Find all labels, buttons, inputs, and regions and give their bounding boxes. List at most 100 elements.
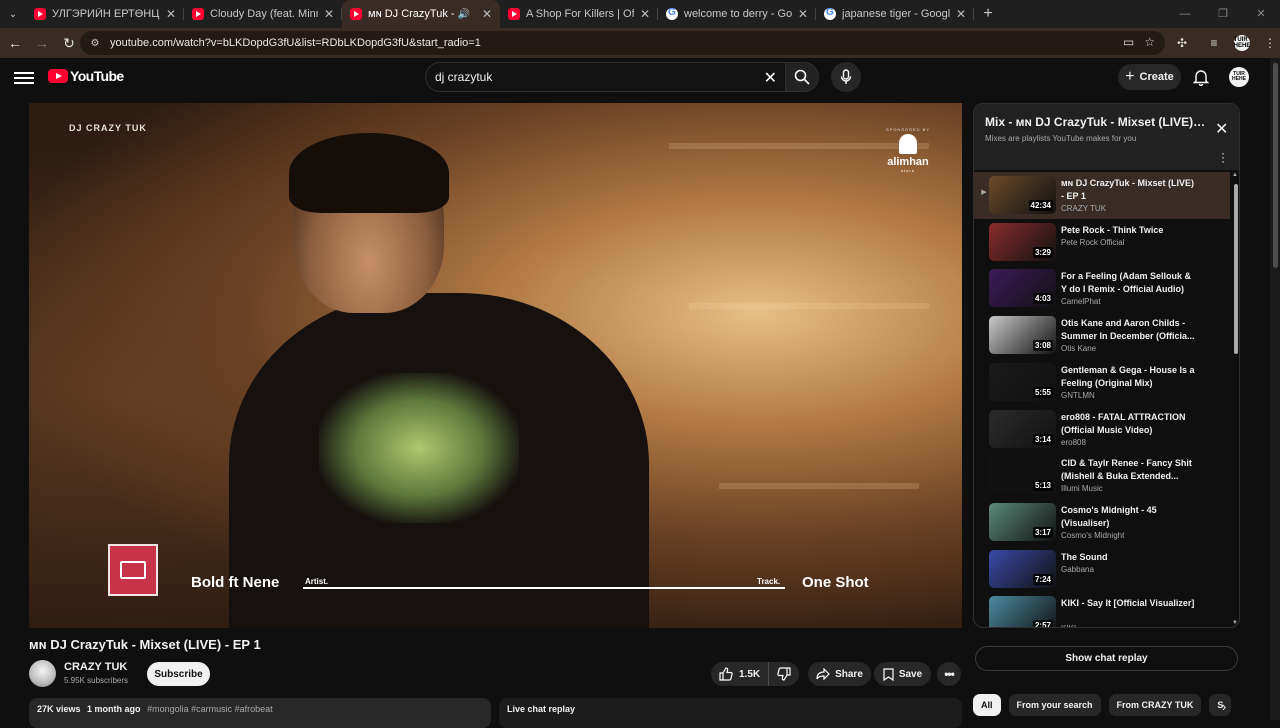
mix-list-item[interactable]: 3:14 ero808 - FATAL ATTRACTION (Official … [974,406,1230,453]
mix-item-title[interactable]: Otis Kane and Aaron Childs - Summer In D… [1061,317,1199,343]
page-scrollbar[interactable] [1270,58,1280,720]
more-actions-button[interactable]: ••• [937,662,961,686]
video-thumbnail[interactable]: 3:29 [989,222,1056,261]
mix-item-title[interactable]: Cosmo's Midnight - 45 (Visualiser) [1061,504,1199,530]
mix-title[interactable]: Mix - ᴍɴ DJ CrazyTuk - Mixset (LIVE) - E… [985,115,1207,129]
voice-search-button[interactable] [831,62,861,92]
clear-search-icon[interactable]: ✕ [764,68,777,88]
video-thumbnail[interactable]: 3:17 [989,502,1056,541]
filter-chip[interactable]: All [973,694,1001,716]
reload-button[interactable]: ↻ [57,31,81,55]
forward-button[interactable]: → [30,31,54,55]
mix-item-title[interactable]: KIKI - Say It [Official Visualizer] [1061,597,1199,610]
mix-list-item[interactable]: ▶ 42:34 ᴍɴ DJ CrazyTuk - Mixset (LIVE) - E… [974,172,1230,219]
browser-tab[interactable]: welcome to derry - Google Sea ✕ [658,0,816,28]
video-player[interactable]: DJ CRAZY TUK SPONSORED BY alimhan store … [29,103,962,628]
live-chat-replay-header[interactable]: Live chat replay [499,698,962,728]
mix-list-item[interactable]: 5:55 Gentleman & Gega - House Is a Feelin… [974,359,1230,406]
video-thumbnail[interactable]: 5:13 [989,456,1056,495]
browser-tab[interactable]: ᴍɴ DJ CrazyTuk - Mixset (LI🔊 ✕ [342,0,500,28]
bell-icon [1193,70,1209,86]
tab-title: Cloudy Day (feat. Minna Forou [210,8,318,20]
more-vertical-icon[interactable]: · · · [1220,147,1226,167]
mix-list-item[interactable]: 5:13 CID & Taylr Renee - Fancy Shit (Mish… [974,452,1230,499]
video-thumbnail[interactable]: 7:24 [989,549,1056,588]
video-duration: 4:03 [1032,293,1053,305]
close-tab-icon[interactable]: ✕ [956,7,966,21]
close-tab-icon[interactable]: ✕ [324,7,334,21]
new-tab-button[interactable]: + [974,5,1002,23]
scroll-down-icon[interactable]: ▼ [1232,620,1238,626]
channel-name[interactable]: CRAZY TUK [64,661,127,673]
address-bar[interactable]: ⚙ youtube.com/watch?v=bLKDopdG3fU&list=R… [80,31,1165,55]
like-button[interactable]: 1.5K [711,662,769,686]
extensions-icon[interactable]: ✣ [1170,31,1194,55]
mix-scroll-thumb[interactable] [1234,184,1238,354]
close-tab-icon[interactable]: ✕ [798,7,808,21]
scroll-up-icon[interactable]: ▲ [1232,172,1238,178]
mix-scrollbar[interactable]: ▲ ▼ [1232,170,1239,627]
mix-item-title[interactable]: CID & Taylr Renee - Fancy Shit (Mishell … [1061,457,1199,483]
mix-item-title[interactable]: Pete Rock - Think Twice [1061,224,1199,237]
hashtags[interactable]: #mongolia #carmusic #afrobeat [147,704,273,714]
save-button[interactable]: Save [874,662,931,686]
mix-list-item[interactable]: 3:17 Cosmo's Midnight - 45 (Visualiser) Co… [974,499,1230,546]
profile-avatar[interactable]: TUIR HEHE [1234,35,1250,51]
browser-tab[interactable]: Cloudy Day (feat. Minna Forou ✕ [184,0,342,28]
video-thumbnail[interactable]: 5:55 [989,362,1056,401]
channel-avatar[interactable] [29,660,56,687]
create-button[interactable]: + Create [1118,64,1181,90]
browser-tab[interactable]: A Shop For Killers | Official Trai ✕ [500,0,658,28]
mix-list-item[interactable]: 3:08 Otis Kane and Aaron Childs - Summer … [974,312,1230,359]
maximize-button[interactable]: ❐ [1204,0,1242,28]
close-tab-icon[interactable]: ✕ [482,7,492,21]
site-info-icon[interactable]: ⚙ [88,36,102,50]
show-chat-replay-button[interactable]: Show chat replay [975,646,1238,671]
search-button[interactable] [786,62,819,92]
bookmark-star-icon[interactable]: ☆ [1144,35,1155,49]
close-window-button[interactable]: ✕ [1242,0,1280,28]
close-tab-icon[interactable]: ✕ [640,7,650,21]
browser-tab[interactable]: japanese tiger - Google Search ✕ [816,0,974,28]
mix-item-title[interactable]: For a Feeling (Adam Sellouk & Y do I Rem… [1061,270,1199,296]
mix-list-item[interactable]: 2:57 KIKI - Say It [Official Visualizer] K… [974,592,1230,627]
video-thumbnail[interactable]: 4:03 [989,269,1056,308]
mix-list-item[interactable]: 4:03 For a Feeling (Adam Sellouk & Y do I… [974,265,1230,312]
search-input[interactable]: dj crazytuk ✕ [425,62,786,92]
media-controls-icon[interactable]: ≡ [1202,31,1226,55]
browser-tab[interactable]: УЛГЭРИЙН ЕРТӨНЦИЙН УЭЭ ✕ [26,0,184,28]
mix-list-item[interactable]: 7:24 The Sound Gabbana [974,546,1230,593]
tab-title: УЛГЭРИЙН ЕРТӨНЦИЙН УЭЭ [52,8,160,20]
youtube-logo[interactable]: YouTube [48,68,124,84]
page-scroll-thumb[interactable] [1273,63,1278,268]
youtube-play-icon [48,69,68,83]
mix-item-title[interactable]: ero808 - FATAL ATTRACTION (Official Musi… [1061,411,1199,437]
video-thumbnail[interactable]: 3:14 [989,409,1056,448]
notifications-button[interactable] [1190,66,1212,88]
back-button[interactable]: ← [3,31,27,55]
menu-icon[interactable] [14,69,34,85]
browser-menu-icon[interactable]: ⋮ [1258,31,1280,55]
description-box[interactable]: 27K views 1 month ago #mongolia #carmusi… [29,698,491,728]
share-button[interactable]: Share [808,662,871,686]
tab-search-button[interactable]: ⌄ [0,0,26,28]
mix-item-title[interactable]: Gentleman & Gega - House Is a Feeling (O… [1061,364,1199,390]
close-icon[interactable]: ✕ [1215,119,1228,139]
mix-list-item[interactable]: 3:29 Pete Rock - Think Twice Pete Rock Off… [974,219,1230,266]
account-avatar[interactable]: TUIR HEHE [1229,67,1249,87]
filter-chip[interactable]: From your search [1008,694,1101,716]
mix-item-title[interactable]: ᴍɴ DJ CrazyTuk - Mixset (LIVE) - EP 1 [1061,177,1199,203]
dislike-button[interactable] [769,667,799,681]
video-thumbnail[interactable]: 2:57 [989,596,1056,627]
minimize-button[interactable]: — [1166,0,1204,28]
filter-chip[interactable]: From CRAZY TUK [1108,694,1202,716]
close-tab-icon[interactable]: ✕ [166,7,176,21]
chevron-right-icon[interactable]: › [1213,695,1235,717]
omnibox-actions: ▭ ☆ [1123,35,1155,49]
video-thumbnail[interactable]: 3:08 [989,316,1056,355]
subscribe-button[interactable]: Subscribe [147,662,210,686]
cast-icon[interactable]: ▭ [1123,35,1134,49]
video-thumbnail[interactable]: 42:34 [989,176,1056,214]
mix-item-title[interactable]: The Sound [1061,551,1199,564]
speaker-icon[interactable]: 🔊 [457,9,469,20]
